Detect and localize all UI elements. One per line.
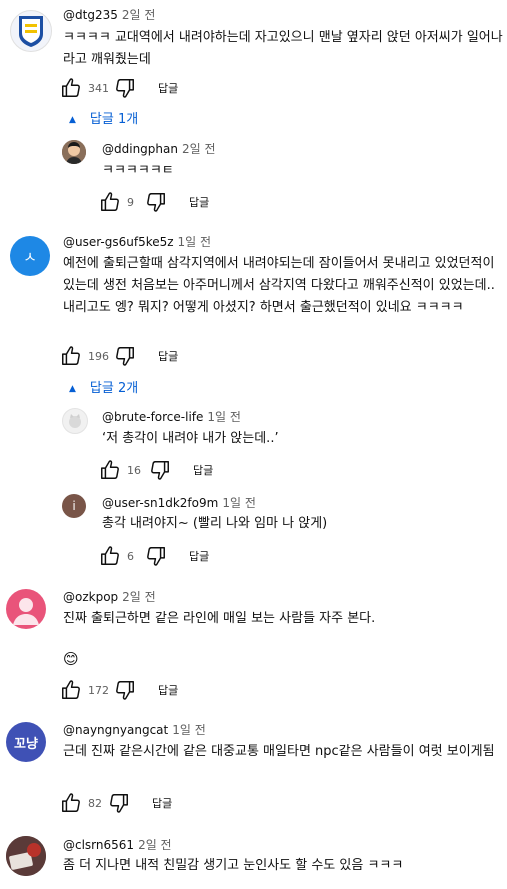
like-icon[interactable] xyxy=(60,792,82,814)
reply-button[interactable]: 답글 xyxy=(158,348,178,364)
dislike-icon[interactable] xyxy=(114,345,136,367)
reply-time[interactable]: 2일 전 xyxy=(182,142,216,156)
avatar-letter: 꼬냥 xyxy=(14,736,38,752)
replies-toggle[interactable]: ▲ 답글 2개 xyxy=(69,379,138,399)
like-count: 9 xyxy=(127,195,134,209)
comment-time[interactable]: 1일 전 xyxy=(178,235,212,249)
reply-text: ‘저 총각이 내려야 내가 앉는데..’ xyxy=(102,431,279,446)
comment-text: 좀 더 지나면 내적 친밀감 생기고 눈인사도 할 수도 있음 ㅋㅋㅋ xyxy=(63,858,404,873)
comment-time[interactable]: 2일 전 xyxy=(122,8,156,22)
reply-button[interactable]: 답글 xyxy=(189,194,209,210)
comment-author[interactable]: @clsrn6561 xyxy=(63,838,134,852)
replies-toggle-label: 답글 2개 xyxy=(89,381,139,396)
comment-author[interactable]: @dtg235 xyxy=(63,8,118,22)
comment-author[interactable]: @user-gs6uf5ke5z xyxy=(63,235,174,249)
comment-emoji: 😊 xyxy=(63,650,79,668)
avatar[interactable]: 꼬냥 xyxy=(6,722,46,762)
like-icon[interactable] xyxy=(60,77,82,99)
replies-toggle-label: 답글 1개 xyxy=(89,112,139,127)
avatar[interactable] xyxy=(6,836,46,876)
reply-button[interactable]: 답글 xyxy=(193,462,213,478)
team-crest-icon xyxy=(19,16,43,47)
default-user-icon xyxy=(13,598,39,625)
comment-text: 예전에 출퇴근할때 삼각지역에서 내려야되는데 잠이들어서 못내리고 있었던적이… xyxy=(63,256,495,315)
replies-toggle[interactable]: ▲ 답글 1개 xyxy=(69,110,138,130)
reply-button[interactable]: 답글 xyxy=(158,682,178,698)
comment-time[interactable]: 2일 전 xyxy=(138,838,172,852)
comment-author[interactable]: @ozkpop xyxy=(63,590,118,604)
reply-text: ㅋㅋㅋㅋㅋㅌ xyxy=(102,163,174,178)
avatar[interactable]: ㅅ xyxy=(10,236,50,276)
avatar[interactable] xyxy=(62,408,88,434)
like-count: 82 xyxy=(88,796,102,810)
dislike-icon[interactable] xyxy=(149,459,171,481)
caret-up-icon: ▲ xyxy=(69,384,76,394)
avatar-letter: ㅅ xyxy=(23,247,37,266)
comment-text: 근데 진짜 같은시간에 같은 대중교통 매일타면 npc같은 사람들이 여럿 보… xyxy=(63,744,495,759)
avatar[interactable]: i xyxy=(62,494,86,518)
avatar[interactable] xyxy=(6,589,46,629)
comment-author[interactable]: @nayngnyangcat xyxy=(63,723,168,737)
like-icon[interactable] xyxy=(99,545,121,567)
avatar[interactable] xyxy=(62,140,86,164)
reply-time[interactable]: 1일 전 xyxy=(222,496,256,510)
comment-time[interactable]: 1일 전 xyxy=(172,723,206,737)
profile-picture-icon xyxy=(6,836,46,876)
cat-icon xyxy=(69,414,81,428)
dislike-icon[interactable] xyxy=(114,77,136,99)
like-icon[interactable] xyxy=(60,679,82,701)
like-count: 341 xyxy=(88,81,109,95)
like-count: 196 xyxy=(88,349,109,363)
like-count: 172 xyxy=(88,683,109,697)
reply-button[interactable]: 답글 xyxy=(158,80,178,96)
dislike-icon[interactable] xyxy=(114,679,136,701)
caret-up-icon: ▲ xyxy=(69,115,76,125)
like-icon[interactable] xyxy=(99,191,121,213)
reply-author[interactable]: @user-sn1dk2fo9m xyxy=(102,496,218,510)
comment-time[interactable]: 2일 전 xyxy=(122,590,156,604)
like-count: 16 xyxy=(127,463,141,477)
comment-text: ㅋㅋㅋㅋ 교대역에서 내려야하는데 자고있으니 맨날 옆자리 앉던 아저씨가 일… xyxy=(63,30,503,67)
dislike-icon[interactable] xyxy=(145,191,167,213)
like-count: 6 xyxy=(127,549,134,563)
comment-text: 진짜 출퇴근하면 같은 라인에 매일 보는 사람들 자주 본다. xyxy=(63,611,376,626)
reply-author[interactable]: @brute-force-life xyxy=(102,410,203,424)
dislike-icon[interactable] xyxy=(145,545,167,567)
like-icon[interactable] xyxy=(99,459,121,481)
like-icon[interactable] xyxy=(60,345,82,367)
reply-time[interactable]: 1일 전 xyxy=(207,410,241,424)
avatar-letter: i xyxy=(72,499,76,513)
reply-button[interactable]: 답글 xyxy=(152,795,172,811)
reply-button[interactable]: 답글 xyxy=(189,548,209,564)
reply-text: 총각 내려야지~ (빨리 나와 임마 나 앉게) xyxy=(102,516,328,531)
person-photo-icon xyxy=(62,140,86,164)
reply-author[interactable]: @ddingphan xyxy=(102,142,178,156)
avatar[interactable] xyxy=(10,10,52,52)
dislike-icon[interactable] xyxy=(108,792,130,814)
